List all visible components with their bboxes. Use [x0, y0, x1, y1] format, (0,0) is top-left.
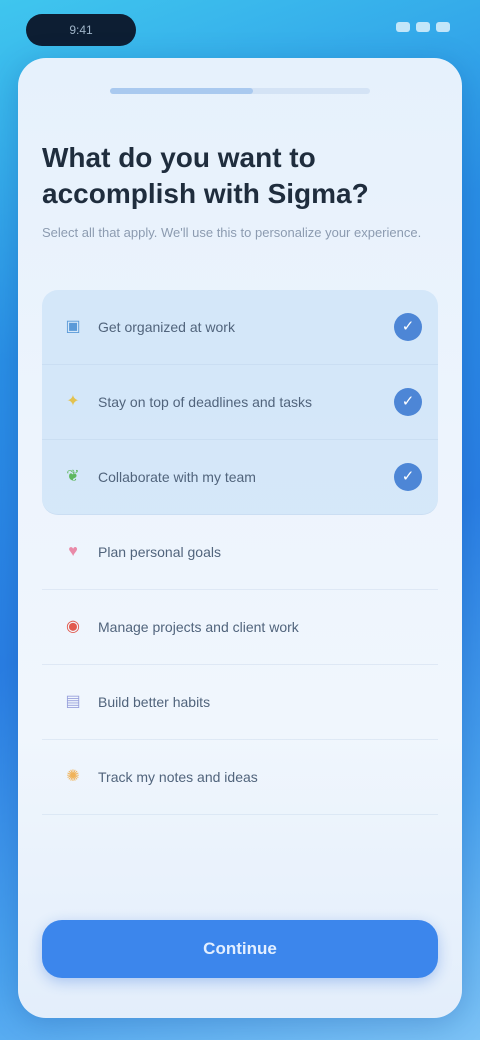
option-label: Track my notes and ideas [98, 769, 258, 785]
options-list: ▣ Get organized at work ✓ ✦ Stay on top of d… [42, 290, 438, 815]
option-label: Plan personal goals [98, 544, 221, 560]
option-item[interactable]: ❦ Collaborate with my team ✓ [42, 440, 438, 515]
checkmark-icon: ✓ [394, 388, 422, 416]
option-label: Collaborate with my team [98, 469, 256, 485]
battery-icon [436, 22, 450, 32]
option-item[interactable]: ✦ Stay on top of deadlines and tasks ✓ [42, 365, 438, 440]
briefcase-icon: ▣ [65, 318, 81, 335]
continue-button[interactable]: Continue [42, 920, 438, 978]
option-item[interactable]: ◉ Manage projects and client work [42, 590, 438, 665]
option-item[interactable]: ✺ Track my notes and ideas [42, 740, 438, 815]
status-icons [396, 22, 450, 32]
option-item[interactable]: ▣ Get organized at work ✓ [42, 290, 438, 365]
leaf-icon: ❦ [66, 468, 80, 485]
option-label: Build better habits [98, 694, 211, 710]
sparkle-icon: ✦ [66, 393, 80, 410]
checkmark-icon: ✓ [394, 313, 422, 341]
option-item[interactable]: ♥ Plan personal goals [42, 515, 438, 590]
option-label: Get organized at work [98, 319, 235, 335]
option-label: Stay on top of deadlines and tasks [98, 394, 313, 410]
progress-bar [110, 88, 370, 94]
checkmark-icon: ✓ [394, 463, 422, 491]
page-title: What do you want to accomplish with Sigm… [42, 142, 369, 209]
option-label: Manage projects and client work [98, 619, 299, 635]
calendar-icon: ▤ [65, 693, 81, 710]
heart-icon: ♥ [68, 543, 78, 560]
onboarding-card: What do you want to accomplish with Sigm… [18, 58, 462, 1018]
signal-icon [396, 22, 410, 32]
page-subtitle: Select all that apply. We'll use this to… [42, 225, 422, 240]
wifi-icon [416, 22, 430, 32]
progress-fill [110, 88, 253, 94]
bullseye-icon: ◉ [66, 618, 80, 635]
lightbulb-icon: ✺ [66, 768, 80, 785]
status-time: 9:41 [26, 14, 136, 46]
option-item[interactable]: ▤ Build better habits [42, 665, 438, 740]
status-bar: 9:41 [0, 0, 480, 60]
